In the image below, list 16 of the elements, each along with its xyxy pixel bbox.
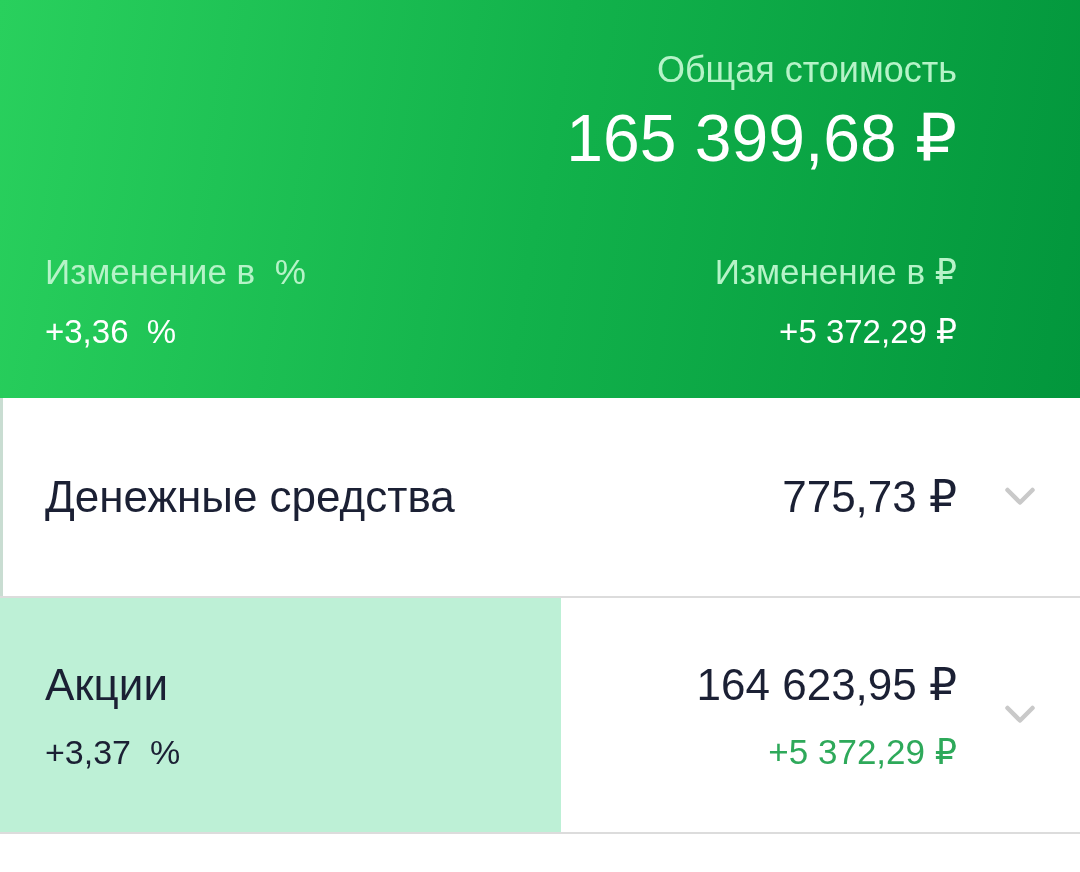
asset-value: 775,73 ₽ xyxy=(782,471,957,523)
asset-row[interactable]: Акции +3,37 % 164 623,95 ₽ +5 372,29 ₽ xyxy=(0,598,1080,834)
change-percent-label: Изменение в % xyxy=(45,252,306,292)
asset-row[interactable]: Денежные средства 775,73 ₽ xyxy=(0,398,1080,598)
change-percent-value: +3,36 % xyxy=(45,312,177,352)
asset-name: Денежные средства xyxy=(45,471,455,523)
asset-change-percent: +3,37 % xyxy=(45,731,181,772)
asset-value: 164 623,95 ₽ xyxy=(696,658,957,711)
chevron-icon[interactable] xyxy=(1005,705,1035,725)
asset-change-value: +5 372,29 ₽ xyxy=(768,731,957,772)
total-label: Общая стоимость xyxy=(657,49,957,91)
chevron-icon[interactable] xyxy=(1005,487,1035,507)
total-value: 165 399,68 ₽ xyxy=(566,100,957,176)
change-rub-label: Изменение в ₽ xyxy=(714,252,957,292)
change-rub-value: +5 372,29 ₽ xyxy=(779,312,957,352)
asset-name: Акции xyxy=(45,658,168,711)
